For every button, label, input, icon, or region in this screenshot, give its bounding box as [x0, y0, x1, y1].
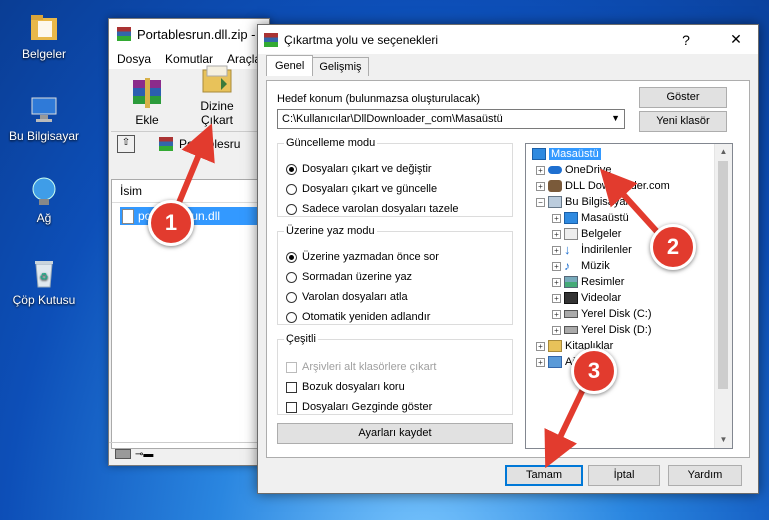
arrow-2 — [599, 168, 663, 238]
tab-general[interactable]: Genel — [266, 55, 314, 76]
arrow-1 — [175, 123, 215, 207]
arrow-3 — [544, 383, 588, 469]
annotation-badge-1: 1 — [148, 200, 194, 246]
annotation-badge-3: 3 — [571, 348, 617, 394]
annotation-badge-2: 2 — [650, 224, 696, 270]
